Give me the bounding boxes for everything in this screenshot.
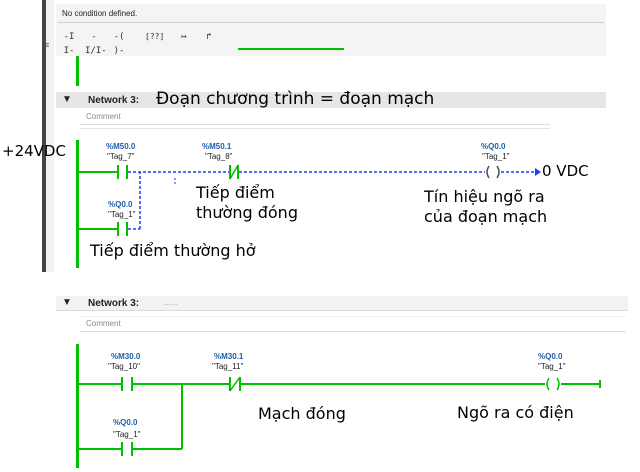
contact-address: %M30.0 (111, 352, 141, 361)
ladder-rung-lower (76, 344, 601, 468)
power-rail (76, 344, 79, 468)
coil-address: %Q0.0 (538, 352, 563, 361)
branch-contact-tag[interactable]: "Tag_1" (113, 430, 140, 439)
coil-right-arc (556, 377, 560, 391)
coil-left-arc (546, 377, 550, 391)
contact-address: %M30.1 (214, 352, 244, 361)
output-powered-label: Ngõ ra có điện (457, 403, 574, 422)
contact-nc-slash (229, 376, 241, 392)
closed-circuit-label: Mạch đóng (258, 404, 346, 423)
branch-contact-address: %Q0.0 (113, 418, 138, 427)
coil-tag[interactable]: "Tag_1" (538, 362, 565, 371)
contact-tag[interactable]: "Tag_11" (212, 362, 243, 371)
contact-tag[interactable]: "Tag_10" (108, 362, 140, 371)
